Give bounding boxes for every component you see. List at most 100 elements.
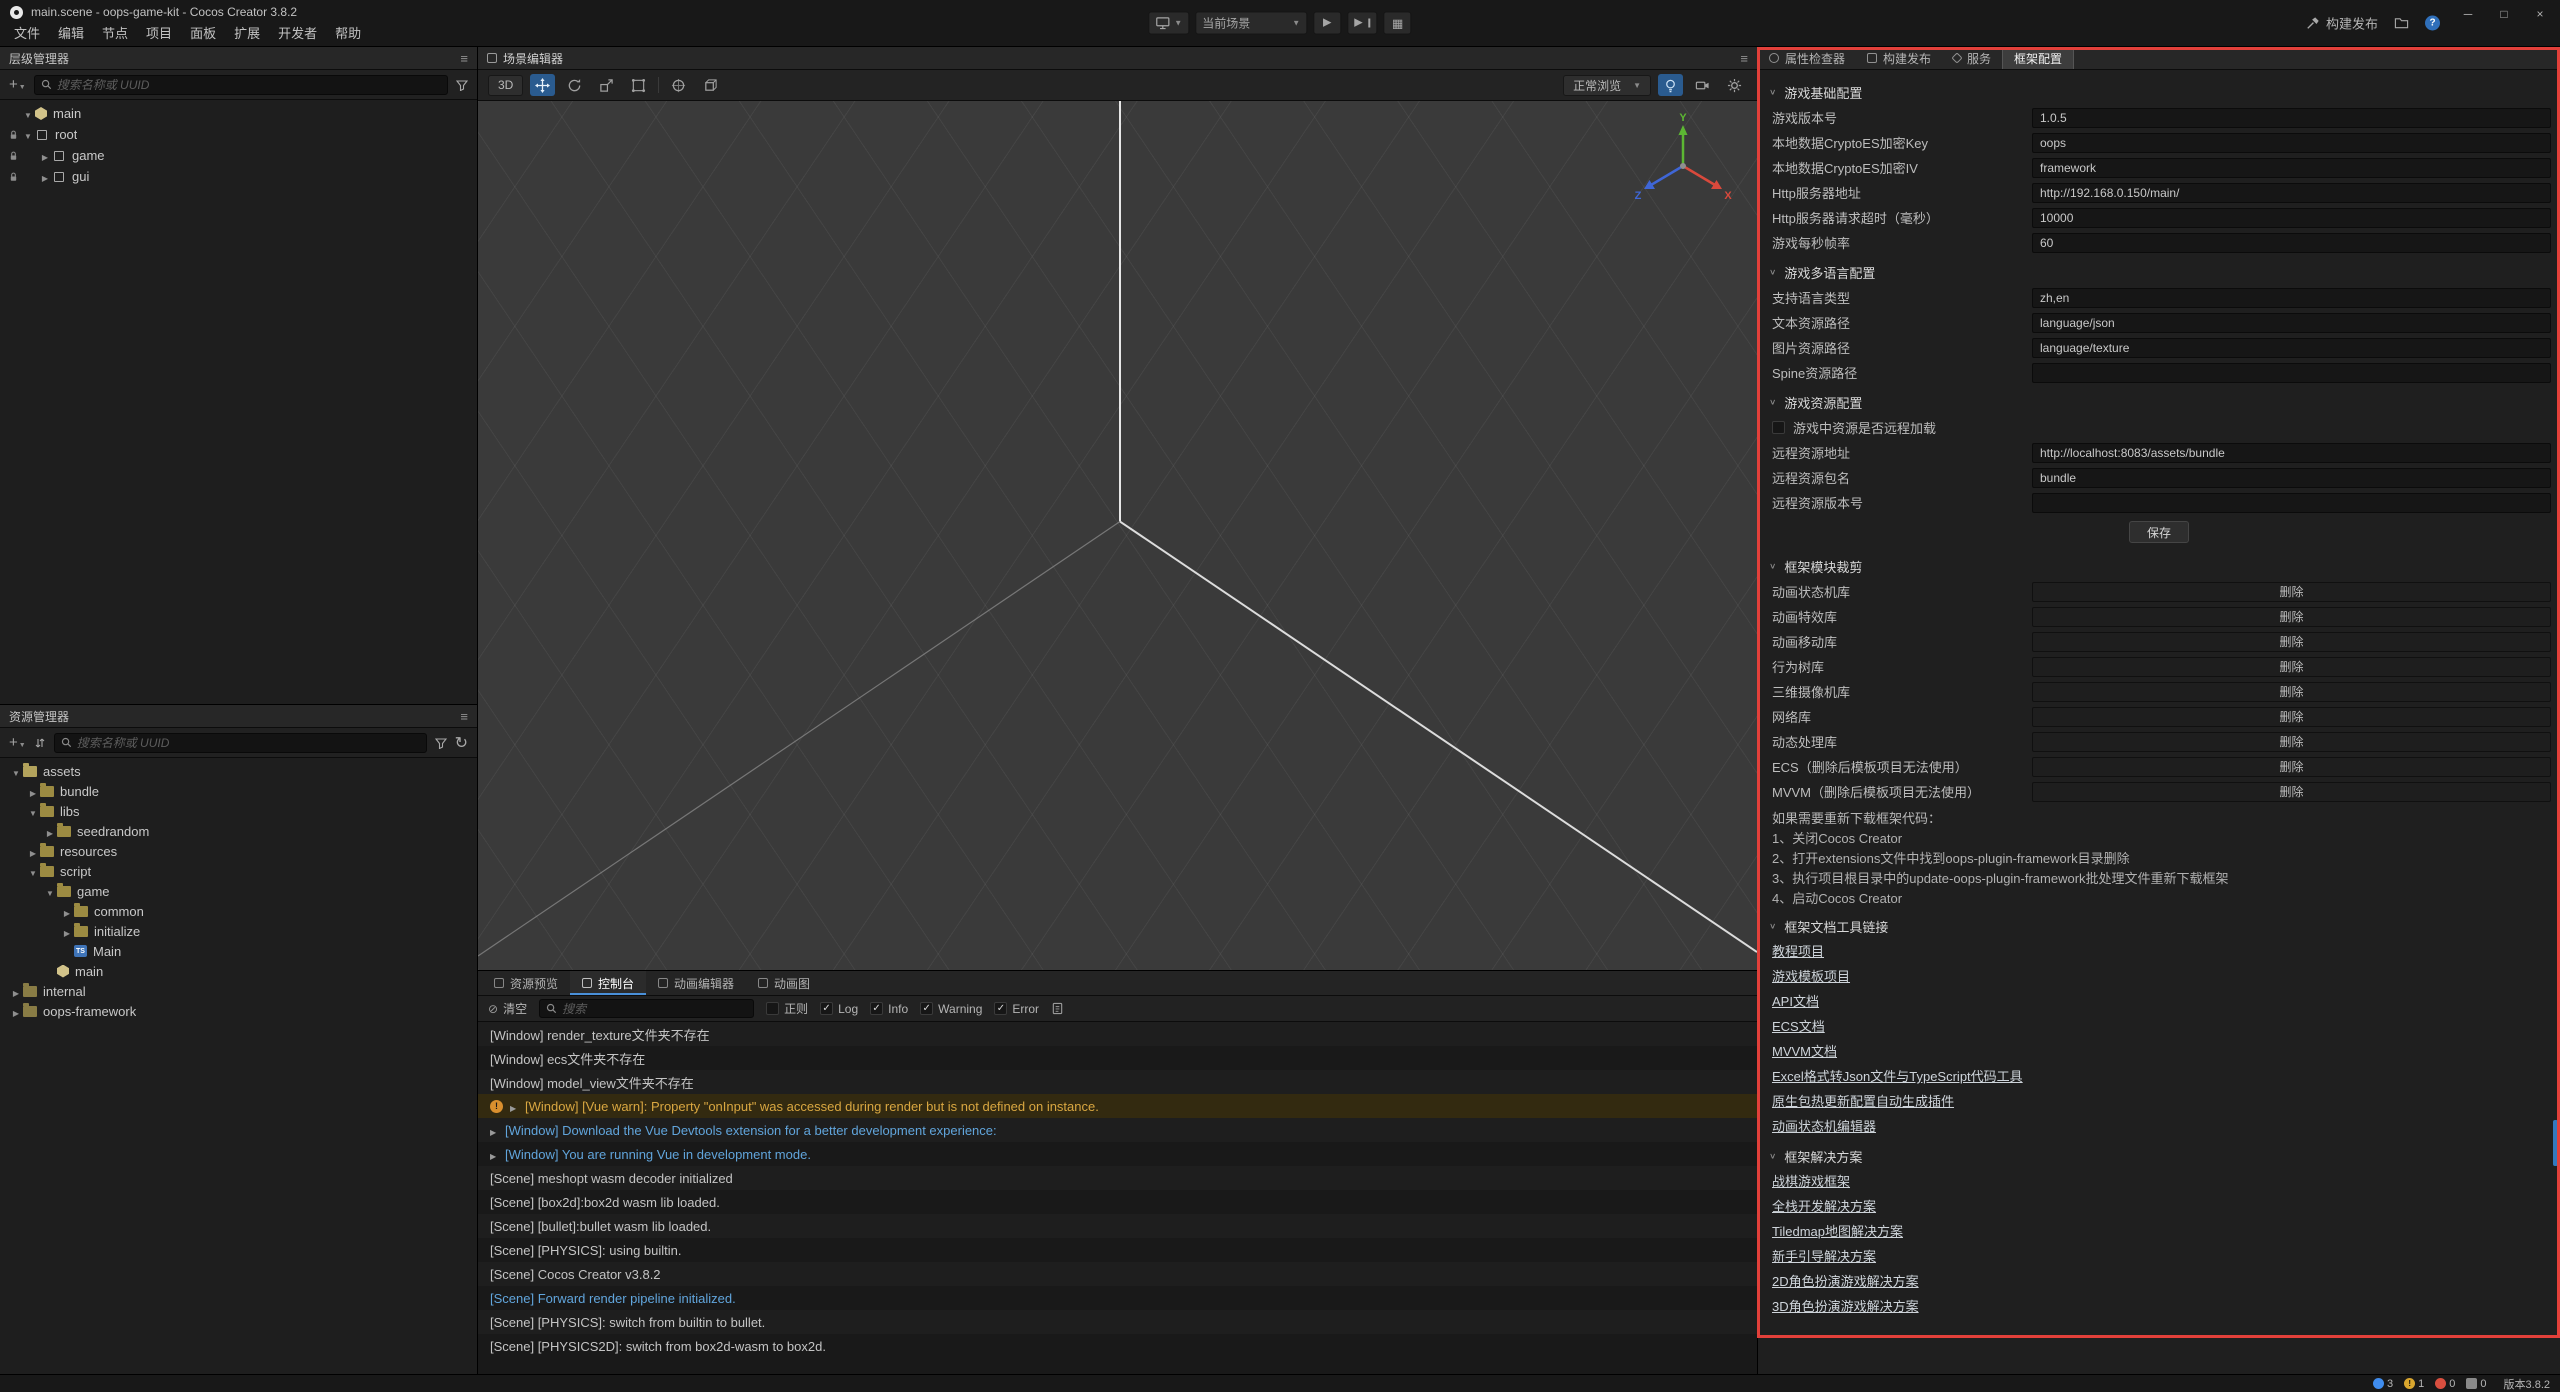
gear-icon[interactable]: [1722, 74, 1747, 96]
expand-chevron-icon[interactable]: [490, 1147, 505, 1162]
delete-button[interactable]: 删除: [2032, 757, 2551, 777]
minimize-button[interactable]: ─: [2450, 0, 2486, 27]
maximize-button[interactable]: □: [2486, 0, 2522, 27]
tree-row[interactable]: initialize: [0, 921, 477, 941]
tree-row[interactable]: internal: [0, 981, 477, 1001]
expand-arrow-icon[interactable]: [43, 824, 57, 839]
field-input[interactable]: [2032, 493, 2551, 513]
add-node-button[interactable]: +▼: [9, 76, 26, 93]
section-doc-links[interactable]: ∨ 框架文档工具链接: [1758, 913, 2560, 939]
orientation-gizmo[interactable]: Y X Z: [1629, 112, 1737, 220]
doc-link[interactable]: 游戏模板项目: [1758, 964, 2560, 989]
section-language-config[interactable]: ∨ 游戏多语言配置: [1758, 259, 2560, 285]
build-publish-button[interactable]: 构建发布: [2306, 14, 2378, 33]
field-input[interactable]: [2032, 288, 2551, 308]
expand-arrow-icon[interactable]: [26, 864, 40, 879]
expand-arrow-icon[interactable]: [21, 106, 35, 121]
bottom-panel-tab[interactable]: 动画编辑器: [646, 971, 746, 995]
menu-item[interactable]: 节点: [93, 20, 137, 45]
coordinate-space-icon[interactable]: [698, 74, 723, 96]
expand-arrow-icon[interactable]: [26, 784, 40, 799]
camera-icon[interactable]: [1690, 74, 1715, 96]
field-input[interactable]: [2032, 208, 2551, 228]
doc-link[interactable]: MVVM文档: [1758, 1039, 2560, 1064]
filter-icon[interactable]: [456, 79, 468, 91]
log-filter-checkbox[interactable]: Error: [994, 1002, 1039, 1016]
log-filter-checkbox[interactable]: Info: [870, 1002, 908, 1016]
expand-arrow-icon[interactable]: [9, 764, 23, 779]
regex-toggle[interactable]: 正则: [766, 1000, 808, 1017]
expand-arrow-icon[interactable]: [38, 169, 52, 184]
console-log-row[interactable]: [Window] You are running Vue in developm…: [478, 1142, 1757, 1166]
log-filter-checkbox[interactable]: Log: [820, 1002, 858, 1016]
doc-link[interactable]: API文档: [1758, 989, 2560, 1014]
section-basic-config[interactable]: ∨ 游戏基础配置: [1758, 79, 2560, 105]
bottom-panel-tab[interactable]: 控制台: [570, 971, 646, 995]
clear-console-button[interactable]: ⊘ 清空: [488, 1000, 527, 1017]
field-input[interactable]: [2032, 233, 2551, 253]
tree-row[interactable]: Main: [0, 941, 477, 961]
doc-link[interactable]: 原生包热更新配置自动生成插件: [1758, 1089, 2560, 1114]
delete-button[interactable]: 删除: [2032, 657, 2551, 677]
menu-item[interactable]: 项目: [137, 20, 181, 45]
field-input[interactable]: [2032, 133, 2551, 153]
preview-device-icon[interactable]: ▼: [1148, 12, 1189, 35]
doc-link[interactable]: ECS文档: [1758, 1014, 2560, 1039]
folder-icon[interactable]: [2394, 17, 2409, 30]
panel-menu-icon[interactable]: ≡: [1740, 51, 1748, 66]
lock-icon[interactable]: [5, 130, 21, 140]
section-module-trim[interactable]: ∨ 框架模块裁剪: [1758, 553, 2560, 579]
warning-counter[interactable]: 1: [2404, 1378, 2424, 1390]
export-log-icon[interactable]: [1051, 1002, 1064, 1015]
field-input[interactable]: [2032, 363, 2551, 383]
field-input[interactable]: [2032, 338, 2551, 358]
console-log-row[interactable]: [Window] [Vue warn]: Property "onInput" …: [478, 1094, 1757, 1118]
console-log-row[interactable]: [Scene] [box2d]:box2d wasm lib loaded.: [478, 1190, 1757, 1214]
tree-row[interactable]: resources: [0, 841, 477, 861]
log-filter-checkbox[interactable]: Warning: [920, 1002, 982, 1016]
pivot-icon[interactable]: [666, 74, 691, 96]
remote-load-checkbox[interactable]: [1772, 421, 1785, 434]
layout-grid-icon[interactable]: ▦: [1384, 12, 1412, 35]
console-log-row[interactable]: [Scene] [PHYSICS]: switch from builtin t…: [478, 1310, 1757, 1334]
field-input[interactable]: [2032, 108, 2551, 128]
console-log-row[interactable]: [Window] model_view文件夹不存在: [478, 1070, 1757, 1094]
tree-row[interactable]: root: [0, 124, 477, 145]
inspector-tab[interactable]: 框架配置: [2002, 47, 2074, 69]
save-button[interactable]: 保存: [2129, 521, 2189, 543]
assets-search[interactable]: [54, 733, 427, 753]
menu-item[interactable]: 开发者: [269, 20, 326, 45]
asset-counter[interactable]: 0: [2466, 1378, 2486, 1390]
expand-arrow-icon[interactable]: [9, 984, 23, 999]
expand-arrow-icon[interactable]: [26, 804, 40, 819]
delete-button[interactable]: 删除: [2032, 607, 2551, 627]
scrollbar-thumb[interactable]: [2553, 1120, 2558, 1166]
section-solutions[interactable]: ∨ 框架解决方案: [1758, 1143, 2560, 1169]
expand-arrow-icon[interactable]: [38, 148, 52, 163]
solution-link[interactable]: 2D角色扮演游戏解决方案: [1758, 1269, 2560, 1294]
tree-row[interactable]: oops-framework: [0, 1001, 477, 1021]
scene-viewport[interactable]: Y X Z: [478, 101, 1757, 970]
solution-link[interactable]: 新手引导解决方案: [1758, 1244, 2560, 1269]
bottom-panel-tab[interactable]: 资源预览: [482, 971, 570, 995]
console-log-row[interactable]: [Scene] [bullet]:bullet wasm lib loaded.: [478, 1214, 1757, 1238]
solution-link[interactable]: Tiledmap地图解决方案: [1758, 1219, 2560, 1244]
expand-arrow-icon[interactable]: [9, 1004, 23, 1019]
section-resource-config[interactable]: ∨ 游戏资源配置: [1758, 389, 2560, 415]
tree-row[interactable]: game: [0, 145, 477, 166]
error-counter[interactable]: 0: [2435, 1378, 2455, 1390]
console-log-row[interactable]: [Scene] meshopt wasm decoder initialized: [478, 1166, 1757, 1190]
delete-button[interactable]: 删除: [2032, 632, 2551, 652]
console-log-row[interactable]: [Scene] [PHYSICS]: using builtin.: [478, 1238, 1757, 1262]
scene-editor-tab[interactable]: 场景编辑器: [487, 50, 563, 67]
menu-item[interactable]: 扩展: [225, 20, 269, 45]
scale-tool-icon[interactable]: [594, 74, 619, 96]
console-log-row[interactable]: [Window] Download the Vue Devtools exten…: [478, 1118, 1757, 1142]
field-input[interactable]: [2032, 313, 2551, 333]
mode-3d-toggle[interactable]: 3D: [488, 75, 523, 96]
step-button[interactable]: ▶: [1347, 12, 1377, 35]
tree-row[interactable]: seedrandom: [0, 821, 477, 841]
tree-row[interactable]: assets: [0, 761, 477, 781]
field-input[interactable]: [2032, 468, 2551, 488]
doc-link[interactable]: 动画状态机编辑器: [1758, 1114, 2560, 1139]
